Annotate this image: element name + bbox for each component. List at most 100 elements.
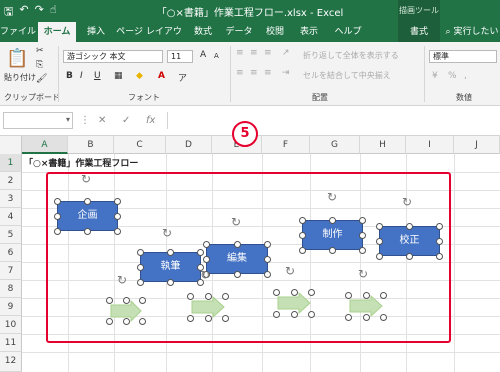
fill-color-icon[interactable]: ◆ [136,71,143,81]
process-shape-kikaku[interactable]: 企画 [57,201,118,231]
resize-handle[interactable] [167,249,174,256]
tab-view[interactable]: 表示 [294,22,324,42]
row-header-1[interactable]: 1 [0,154,22,172]
borders-icon[interactable]: ▦ [114,71,123,81]
resize-handle[interactable] [376,253,383,260]
resize-handle[interactable] [54,213,61,220]
comma-icon[interactable]: , [464,71,467,81]
resize-handle[interactable] [273,311,280,318]
resize-handle[interactable] [363,314,370,321]
process-shape-shippitsu[interactable]: 執筆 [140,252,201,282]
resize-handle[interactable] [222,315,229,322]
process-shape-seisaku[interactable]: 制作 [302,220,363,250]
rotate-handle-icon[interactable]: ↻ [117,273,127,287]
resize-handle[interactable] [139,297,146,304]
align-right-icon[interactable]: ≡ [264,68,272,78]
currency-icon[interactable]: ¥ [432,71,438,81]
tab-help[interactable]: ヘルプ [328,22,368,42]
paste-icon[interactable]: 📋 [6,48,28,69]
row-header-2[interactable]: 2 [0,172,22,190]
align-top-icon[interactable]: ≡ [236,48,244,58]
resize-handle[interactable] [187,315,194,322]
rotate-handle-icon[interactable]: ↻ [358,267,368,281]
align-left-icon[interactable]: ≡ [236,68,244,78]
column-header-b[interactable]: B [68,136,114,154]
resize-handle[interactable] [273,289,280,296]
tab-home[interactable]: ホーム [38,22,76,42]
resize-handle[interactable] [436,223,443,230]
grow-font-button[interactable]: A [200,50,206,60]
column-header-h[interactable]: H [360,136,406,154]
tell-me-box[interactable]: ⌕ 実行したい [444,22,500,42]
resize-handle[interactable] [436,253,443,260]
resize-handle[interactable] [106,318,113,325]
resize-handle[interactable] [123,297,130,304]
shrink-font-button[interactable]: A [214,52,219,60]
insert-function-icon[interactable]: fx [146,115,155,126]
row-header-11[interactable]: 11 [0,334,22,352]
column-header-c[interactable]: C [114,136,166,154]
rotate-handle-icon[interactable]: ↻ [285,264,295,278]
copy-icon[interactable]: ⎘ [36,60,43,70]
resize-handle[interactable] [359,232,366,239]
font-size-select[interactable]: 11 [167,50,193,63]
column-header-d[interactable]: D [166,136,212,154]
resize-handle[interactable] [308,311,315,318]
resize-handle[interactable] [359,247,366,254]
resize-handle[interactable] [54,198,61,205]
rotate-handle-icon[interactable]: ↻ [81,172,91,186]
row-header-4[interactable]: 4 [0,208,22,226]
resize-handle[interactable] [291,311,298,318]
resize-handle[interactable] [308,289,315,296]
resize-handle[interactable] [139,318,146,325]
rotate-handle-icon[interactable]: ↻ [231,215,241,229]
wrap-text-button[interactable]: 折り返して全体を表示する [303,50,399,61]
tab-page-layout[interactable]: ページ レイアウト [114,22,184,57]
select-all-corner[interactable] [0,136,22,154]
column-header-j[interactable]: J [454,136,500,154]
resize-handle[interactable] [264,271,271,278]
resize-handle[interactable] [406,253,413,260]
name-box[interactable]: ▾ [3,112,73,129]
resize-handle[interactable] [359,217,366,224]
percent-icon[interactable]: % [448,71,457,81]
resize-handle[interactable] [114,213,121,220]
resize-handle[interactable] [84,228,91,235]
tab-format[interactable]: 書式 [398,22,440,42]
rotate-handle-icon[interactable]: ↻ [162,226,172,240]
italic-button[interactable]: I [80,71,83,81]
resize-handle[interactable] [205,315,212,322]
process-shape-henshu[interactable]: 編集 [206,244,268,274]
row-header-5[interactable]: 5 [0,226,22,244]
resize-handle[interactable] [345,292,352,299]
font-name-select[interactable]: 游ゴシック 本文 [63,50,163,63]
resize-handle[interactable] [380,314,387,321]
resize-handle[interactable] [264,241,271,248]
chevron-down-icon[interactable]: ▾ [66,115,70,124]
resize-handle[interactable] [299,247,306,254]
orientation-icon[interactable]: ↗ [282,48,290,58]
bold-button[interactable]: B [66,71,73,81]
resize-handle[interactable] [222,293,229,300]
align-middle-icon[interactable]: ≡ [250,48,258,58]
rotate-handle-icon[interactable]: ↻ [327,190,337,204]
formula-input[interactable] [167,112,500,129]
indent-icon[interactable]: ⇥ [282,68,290,78]
phonetic-icon[interactable]: ア [178,71,187,84]
paste-label[interactable]: 貼り付け [4,72,36,83]
resize-handle[interactable] [291,289,298,296]
resize-handle[interactable] [363,292,370,299]
rotate-handle-icon[interactable]: ↻ [200,268,210,282]
resize-handle[interactable] [299,217,306,224]
format-painter-icon[interactable]: 🖌 [36,74,47,84]
cell-a1[interactable]: 「○×書籍」作業工程フロー [24,156,138,169]
resize-handle[interactable] [205,293,212,300]
row-header-3[interactable]: 3 [0,190,22,208]
resize-handle[interactable] [329,217,336,224]
row-header-10[interactable]: 10 [0,316,22,334]
resize-handle[interactable] [114,198,121,205]
resize-handle[interactable] [436,238,443,245]
tab-data[interactable]: データ [222,22,256,42]
tab-file[interactable]: ファイル [0,22,36,42]
resize-handle[interactable] [345,314,352,321]
